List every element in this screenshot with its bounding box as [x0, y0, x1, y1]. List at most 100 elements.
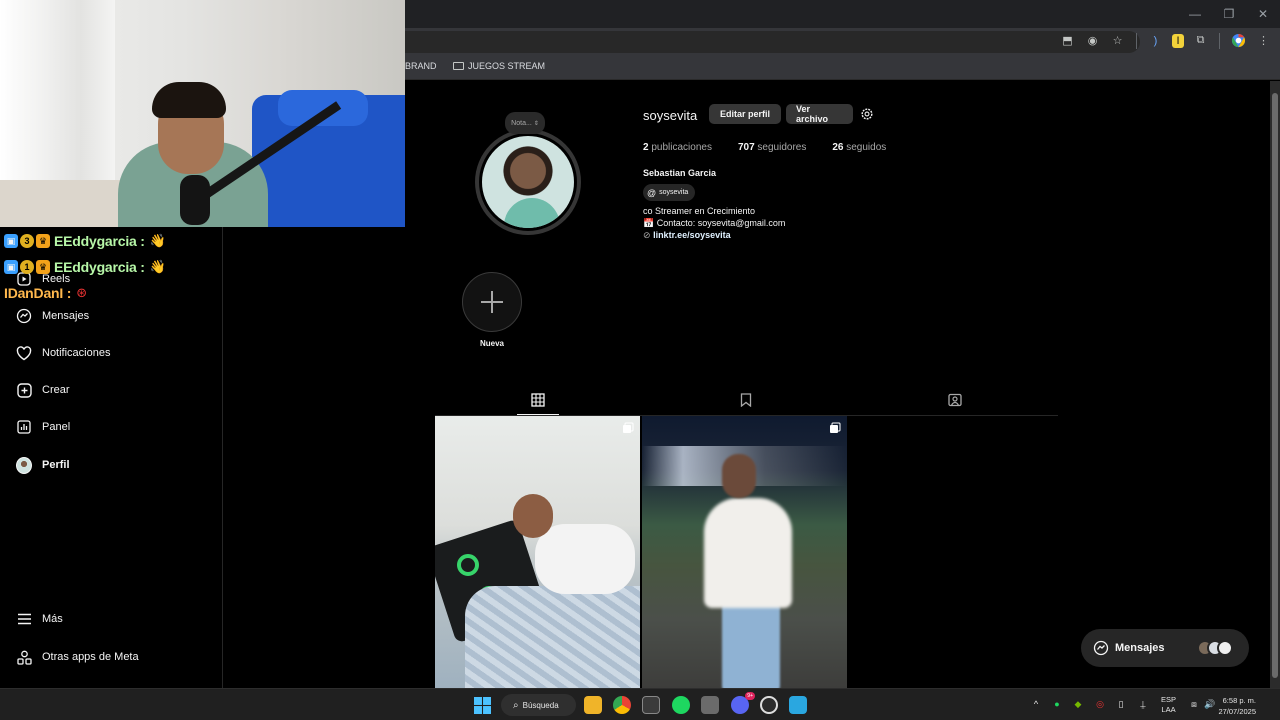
kebab-menu-icon[interactable]: ⋮ — [1255, 32, 1272, 49]
bio-link[interactable]: linktr.ee/soysevita — [653, 230, 731, 240]
bookmark-juegos-stream[interactable]: JUEGOS STREAM — [453, 61, 545, 71]
message-avatars — [1197, 640, 1233, 656]
volume-icon[interactable]: 🔊 — [1204, 698, 1216, 710]
chrome-icon[interactable] — [613, 696, 631, 714]
spotify-icon[interactable] — [672, 696, 690, 714]
tab-posts-grid[interactable] — [529, 391, 547, 409]
bookmark-brand[interactable]: BRAND — [405, 61, 437, 71]
following-stat[interactable]: 26 seguidos — [832, 142, 886, 153]
close-icon[interactable]: ✕ — [1246, 0, 1280, 28]
messenger-icon — [16, 308, 32, 324]
sidebar-item-profile[interactable]: Perfil — [16, 453, 70, 477]
install-app-icon[interactable]: ⬒ — [1059, 32, 1076, 49]
post-thumbnail[interactable] — [435, 416, 640, 688]
bio-line: co Streamer en Crecimiento — [643, 206, 756, 216]
view-archive-button[interactable]: Ver archivo — [786, 104, 853, 124]
language-indicator[interactable]: ESP LAA — [1161, 695, 1176, 715]
messages-label: Mensajes — [1115, 642, 1165, 654]
cube-badge-icon: ▣ — [4, 260, 18, 274]
bio-line: 📅 Contacto: soysevita@gmail.com — [643, 218, 786, 228]
profile-avatar — [479, 133, 577, 231]
minimize-icon[interactable]: — — [1178, 0, 1212, 28]
spotify-tray-icon[interactable]: ● — [1051, 698, 1063, 710]
toolbar-icons: ⬒ ◉ ☆ ) I ⧉ ⋮ — [1059, 32, 1272, 49]
avatar — [1217, 640, 1233, 656]
sidebar-item-notifications[interactable]: Notificaciones — [16, 341, 110, 365]
bookmark-icon — [740, 393, 752, 407]
maximize-icon[interactable]: ❐ — [1212, 0, 1246, 28]
nvidia-tray-icon[interactable]: ◆ — [1072, 698, 1084, 710]
new-highlight-button[interactable] — [462, 272, 522, 332]
carousel-icon — [623, 422, 634, 433]
active-tab-indicator — [517, 414, 559, 415]
app-icon[interactable] — [701, 696, 719, 714]
clock-date: 27/07/2025 — [1218, 707, 1256, 716]
note-bubble[interactable]: Nota... ⇕ — [505, 112, 545, 134]
plus-icon — [481, 291, 503, 313]
tab-tagged[interactable] — [946, 391, 964, 409]
sidebar-item-label: Panel — [42, 421, 71, 433]
followers-count: 707 — [737, 142, 755, 153]
profile-icon[interactable] — [1230, 32, 1247, 49]
toolbar-divider — [1136, 32, 1137, 49]
profile-full-name: Sebastian Garcia — [643, 168, 717, 178]
chat-message: ▣ 1 ♛ EEddygarcia : 👋 — [4, 256, 224, 278]
scrollbar-thumb[interactable] — [1272, 93, 1278, 678]
folder-icon — [453, 62, 464, 70]
page-scrollbar[interactable] — [1270, 81, 1280, 688]
bio-link-row[interactable]: ⊘ linktr.ee/soysevita — [643, 230, 731, 241]
chat-username: EEddygarcia : — [54, 233, 145, 249]
microphone-icon[interactable]: ⍊ — [1137, 698, 1149, 710]
chat-message: IDanDanI : ⊛ — [4, 282, 224, 304]
followers-label: seguidores — [757, 142, 807, 153]
crown-badge-icon: ♛ — [36, 234, 50, 248]
taskbar-search[interactable]: ⌕ Búsqueda — [501, 694, 576, 716]
window-controls: — ❐ ✕ — [1178, 0, 1280, 28]
eye-off-icon[interactable]: ◉ — [1084, 32, 1101, 49]
sidebar-item-meta-apps[interactable]: Otras apps de Meta — [16, 645, 139, 669]
extensions-puzzle-icon[interactable]: ⧉ — [1192, 32, 1209, 49]
crown-badge-icon: ♛ — [36, 260, 50, 274]
store-icon[interactable] — [642, 696, 660, 714]
system-clock[interactable]: 6:58 p. m. 27/07/2025 — [1218, 695, 1256, 717]
gear-icon[interactable] — [860, 107, 874, 121]
discord-icon[interactable]: 9+ — [731, 692, 755, 714]
chat-message: ▣ 3 ♛ EEddygarcia : 👋 — [4, 230, 224, 252]
followers-stat[interactable]: 707 seguidores — [738, 142, 806, 153]
file-explorer-icon[interactable] — [584, 696, 602, 714]
shield-tray-icon[interactable]: ◎ — [1094, 698, 1106, 710]
tab-saved[interactable] — [737, 391, 755, 409]
sidebar-item-create[interactable]: Crear — [16, 378, 70, 402]
posts-stat: 2 publicaciones — [643, 142, 712, 153]
screen: — ❐ ✕ ⬒ ◉ ☆ ) I ⧉ ⋮ BRAND JUEGOS STREAM … — [0, 0, 1280, 720]
usb-tray-icon[interactable]: ▯ — [1115, 698, 1127, 710]
sidebar-item-dashboard[interactable]: Panel — [16, 415, 70, 439]
notepad-icon[interactable] — [789, 696, 807, 714]
edit-profile-button[interactable]: Editar perfil — [709, 104, 781, 124]
post-thumbnail[interactable] — [642, 416, 847, 688]
posts-label: publicaciones — [651, 142, 712, 153]
sidebar-item-label: Otras apps de Meta — [42, 651, 139, 663]
extension-yellow-icon[interactable]: I — [1172, 33, 1184, 48]
threads-icon: @ — [647, 187, 657, 198]
following-count: 26 — [832, 142, 844, 153]
chevron-up-icon[interactable]: ^ — [1030, 698, 1042, 710]
messages-floating-button[interactable]: Mensajes — [1081, 629, 1249, 667]
obs-icon[interactable] — [760, 696, 778, 714]
meta-apps-icon — [16, 649, 32, 665]
profile-avatar-ring[interactable] — [475, 129, 581, 235]
network-icon[interactable]: ⧈ — [1188, 698, 1200, 710]
windows-start-icon[interactable] — [473, 696, 491, 714]
sidebar-item-label: Perfil — [42, 459, 70, 471]
lifebuoy-emote-icon: ⊛ — [76, 285, 88, 300]
sidebar-item-messages[interactable]: Mensajes — [16, 304, 89, 328]
threads-badge[interactable]: @ soysevita — [643, 184, 696, 201]
extension-wave-icon[interactable]: ) — [1147, 32, 1164, 49]
cube-badge-icon: ▣ — [4, 234, 18, 248]
note-text: Nota... — [511, 119, 532, 127]
heart-icon — [16, 345, 32, 361]
sidebar-item-more[interactable]: Más — [16, 607, 63, 631]
chevron-updown-icon: ⇕ — [533, 120, 539, 127]
search-label: Búsqueda — [522, 700, 559, 710]
star-icon[interactable]: ☆ — [1109, 32, 1126, 49]
